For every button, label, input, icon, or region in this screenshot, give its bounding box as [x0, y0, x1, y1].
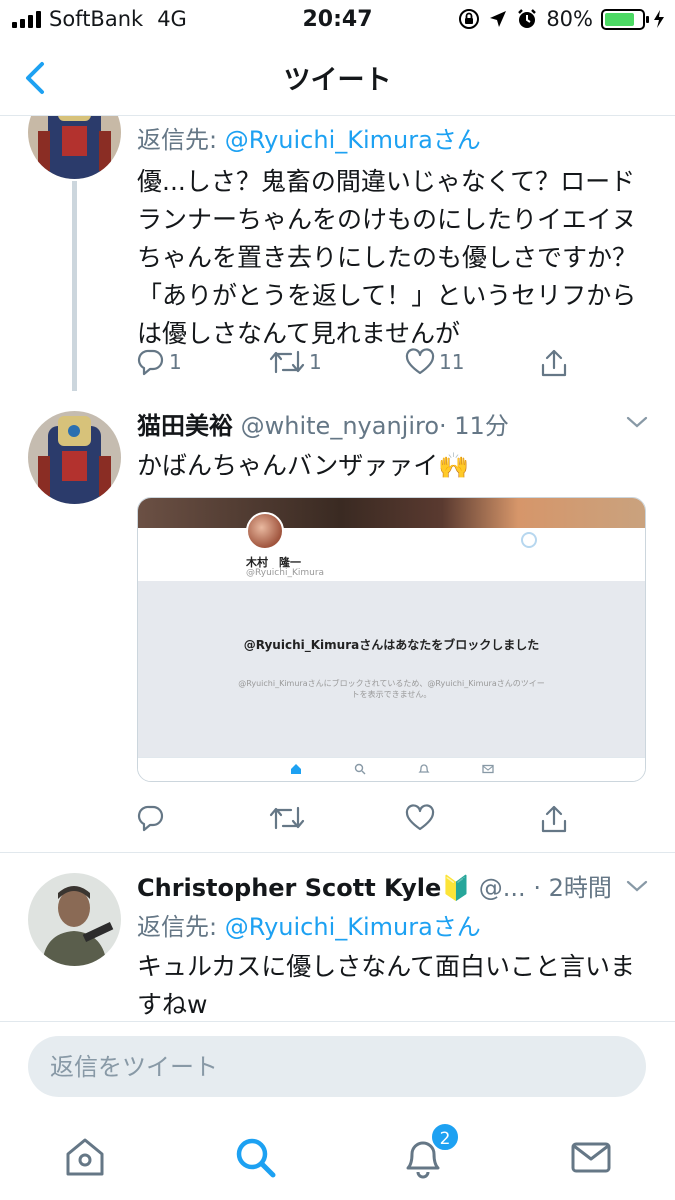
robot-avatar-icon [28, 411, 121, 504]
share-button[interactable] [539, 348, 569, 378]
author-name[interactable]: Christopher Scott Kyle🔰 [137, 874, 471, 902]
share-button[interactable] [539, 804, 569, 834]
card-bell-icon [418, 764, 430, 773]
status-right: 80% [458, 7, 665, 31]
heart-icon [405, 804, 435, 831]
reply-bar [28, 1036, 646, 1097]
avatar[interactable] [28, 116, 121, 179]
soldier-avatar-icon [28, 873, 121, 966]
search-icon[interactable] [232, 1134, 278, 1180]
like-count: 11 [439, 350, 465, 374]
alarm-icon [518, 9, 537, 28]
card-home-icon [291, 764, 301, 774]
retweet-icon [269, 350, 305, 374]
author-name[interactable]: 猫田美裕 [137, 412, 233, 440]
tab-bar [0, 1112, 675, 1200]
card-profile-handle: @Ryuichi_Kimura [246, 568, 325, 578]
chevron-down-icon[interactable] [625, 878, 649, 894]
like-button[interactable]: 11 [405, 348, 464, 376]
tweet-body: 返信先: @Ryuichi_Kimuraさん 優...しさ？鬼畜の間違いじゃなく… [137, 120, 647, 353]
tweet-text: かばんちゃんバンザァァイ🙌 [137, 451, 470, 480]
card-blocked-message: @Ryuichi_Kimuraさんはあなたをブロックしました [243, 638, 540, 652]
tweet-body: Christopher Scott Kyle🔰 @... · 2時間 返信先: … [137, 868, 647, 1021]
tweet-time: · 2時間 [533, 874, 612, 902]
card-settings-icon [521, 532, 537, 548]
retweet-count: 1 [309, 350, 322, 374]
nav-bar: ツイート [0, 40, 675, 116]
location-icon [490, 11, 507, 27]
tweet-body: 猫田美裕 @white_nyanjiro· 11分 かばんちゃんバンザァァイ🙌 [137, 406, 647, 485]
share-icon [541, 805, 567, 833]
author-handle[interactable]: @... [479, 874, 526, 902]
media-card[interactable]: 木村 隆一 @Ryuichi_Kimura @Ryuichi_Kimuraさんは… [137, 497, 646, 782]
reply-to-mention[interactable]: @Ryuichi_Kimuraさん [225, 126, 481, 154]
card-tab-bar [138, 757, 645, 781]
avatar[interactable] [28, 873, 121, 966]
tweet-1[interactable]: 返信先: @Ryuichi_Kimuraさん 優...しさ？鬼畜の間違いじゃなく… [0, 116, 675, 391]
status-bar: SoftBank 4G 20:47 80% [0, 0, 675, 40]
tweet-2-actions [137, 804, 587, 844]
reply-input[interactable] [50, 1036, 630, 1097]
tweet-header: 猫田美裕 @white_nyanjiro· 11分 [137, 406, 647, 441]
retweet-button[interactable]: 1 [269, 348, 322, 376]
thread-line [72, 181, 77, 391]
author-handle[interactable]: @white_nyanjiro [241, 412, 439, 440]
page-title: ツイート [283, 65, 392, 96]
avatar[interactable] [28, 411, 121, 504]
divider [0, 1021, 675, 1022]
battery-icon [601, 8, 649, 30]
charging-icon [654, 10, 664, 28]
card-search-icon [354, 763, 366, 775]
tweet-text: キュルカスに優しさなんて面白いこと言いますねw [137, 952, 636, 1019]
tweet-header: Christopher Scott Kyle🔰 @... · 2時間 [137, 868, 647, 903]
tweet-text: 優...しさ？鬼畜の間違いじゃなくて？ロードランナーちゃんをのけものにしたりイエ… [137, 167, 638, 348]
reply-to-label: 返信先: [137, 126, 225, 154]
reply-icon [137, 349, 164, 376]
reply-to: 返信先: @Ryuichi_Kimuraさん [137, 120, 647, 155]
home-icon[interactable] [62, 1134, 108, 1180]
divider [0, 852, 675, 853]
card-blocked-area [138, 581, 645, 759]
reply-icon [137, 805, 164, 832]
retweet-icon [269, 806, 305, 830]
battery-percent: 80% [546, 7, 593, 31]
messages-icon[interactable] [568, 1134, 614, 1180]
tweet-time: · 11分 [439, 412, 509, 440]
card-banner [138, 498, 645, 528]
card-mail-icon [482, 764, 494, 774]
notification-badge: 2 [430, 1122, 460, 1152]
card-blocked-subtext: @Ryuichi_Kimuraさんにブロックされているため、@Ryuichi_K… [238, 679, 545, 699]
reply-button[interactable]: 1 [137, 348, 182, 376]
card-avatar [246, 512, 284, 550]
reply-to-mention[interactable]: @Ryuichi_Kimuraさん [225, 913, 481, 941]
heart-icon [405, 348, 435, 375]
like-button[interactable] [405, 804, 435, 832]
chevron-down-icon[interactable] [625, 414, 649, 430]
tweet-thread: 返信先: @Ryuichi_Kimuraさん 優...しさ？鬼畜の間違いじゃなく… [0, 116, 675, 1021]
robot-avatar-icon [28, 116, 121, 179]
reply-button[interactable] [137, 804, 165, 832]
tweet-1-actions: 1 1 11 [137, 348, 587, 388]
retweet-button[interactable] [269, 804, 305, 832]
tweet-3[interactable]: Christopher Scott Kyle🔰 @... · 2時間 返信先: … [0, 868, 675, 1021]
reply-to: 返信先: @Ryuichi_Kimuraさん [137, 907, 647, 942]
share-icon [541, 349, 567, 377]
reply-to-label: 返信先: [137, 913, 225, 941]
rotation-lock-icon [459, 9, 480, 29]
reply-count: 1 [169, 350, 182, 374]
